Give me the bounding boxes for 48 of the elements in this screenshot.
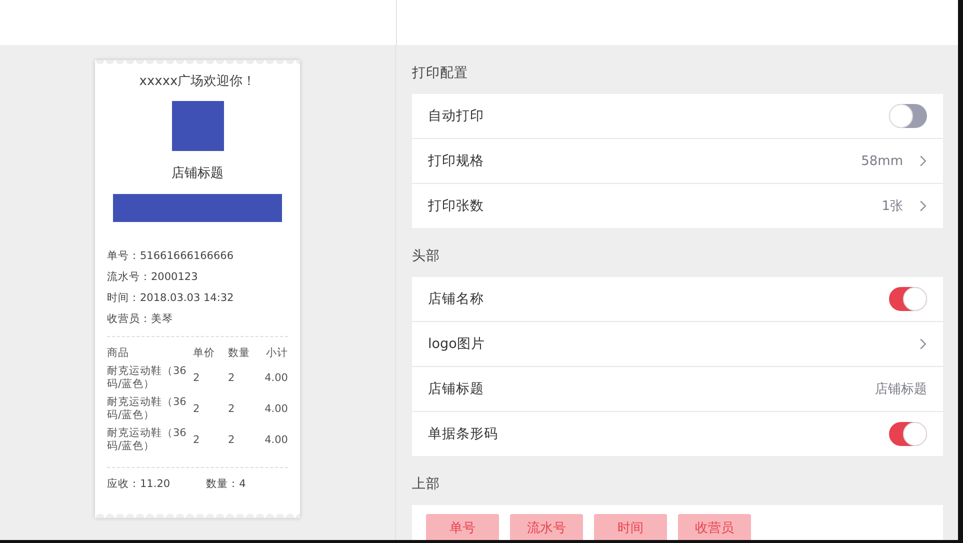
receipt-info-line: 时间：2018.03.03 14:32 [107, 291, 235, 306]
receipt-info-line: 单号：51661666166666 [107, 249, 235, 264]
table-cell-text: 2 [193, 372, 201, 384]
table-cell-text: 2 [193, 434, 201, 446]
setting-label: 打印规格 [428, 152, 485, 170]
table-cell-text: 2 [228, 434, 236, 446]
setting-value: 58mm [861, 154, 903, 168]
receipt-info-line: 收营员：美琴 [107, 312, 174, 327]
table-cell-text: 耐克运动鞋（36码/蓝色） [107, 427, 188, 453]
toggle-switch[interactable] [889, 104, 927, 128]
setting-label: logo图片 [428, 335, 486, 353]
table-cell-text: 4.00 [264, 403, 288, 415]
field-tag[interactable]: 单号 [426, 514, 499, 540]
table-cell-text: 2 [228, 372, 236, 384]
chevron-right-icon[interactable] [919, 199, 927, 213]
table-cell-text: 2 [193, 403, 201, 415]
column-header: 单价 [193, 346, 216, 360]
setting-label: 单据条形码 [428, 425, 499, 443]
table-cell-text: 4.00 [264, 372, 288, 384]
chevron-right-icon[interactable] [919, 337, 927, 351]
receipt-info-line: 流水号：2000123 [107, 270, 199, 285]
setting-label: 打印张数 [428, 197, 485, 215]
table-cell-text: 2 [228, 403, 236, 415]
setting-value: 店铺标题 [875, 381, 927, 398]
table-cell-text: 4.00 [264, 434, 288, 446]
receipt-welcome: xxxxx广场欢迎你！ [138, 73, 257, 90]
field-tag[interactable]: 收营员 [678, 514, 751, 540]
chevron-right-icon[interactable] [919, 154, 927, 168]
receipt-summary: 应收：11.20 [107, 477, 170, 491]
field-tag[interactable]: 流水号 [510, 514, 583, 540]
table-cell-text: 耐克运动鞋（36码/蓝色） [107, 396, 188, 422]
toggle-switch[interactable] [889, 422, 927, 446]
section-title: 上部 [412, 475, 441, 494]
column-header: 小计 [265, 346, 288, 360]
setting-label: 店铺名称 [428, 290, 485, 308]
setting-value: 1张 [882, 198, 903, 215]
setting-label: 店铺标题 [428, 380, 485, 398]
section-title: 头部 [412, 247, 441, 266]
section-title: 打印配置 [412, 64, 469, 83]
receipt-store-title: 店铺标题 [170, 165, 224, 182]
logo-placeholder [172, 101, 224, 151]
toggle-switch[interactable] [889, 287, 927, 311]
table-cell-text: 耐克运动鞋（36码/蓝色） [107, 365, 188, 391]
column-header: 数量 [228, 346, 251, 360]
receipt-summary: 数量：4 [206, 477, 246, 491]
field-tag[interactable]: 时间 [594, 514, 667, 540]
setting-label: 自动打印 [428, 107, 485, 125]
column-header: 商品 [107, 346, 130, 360]
